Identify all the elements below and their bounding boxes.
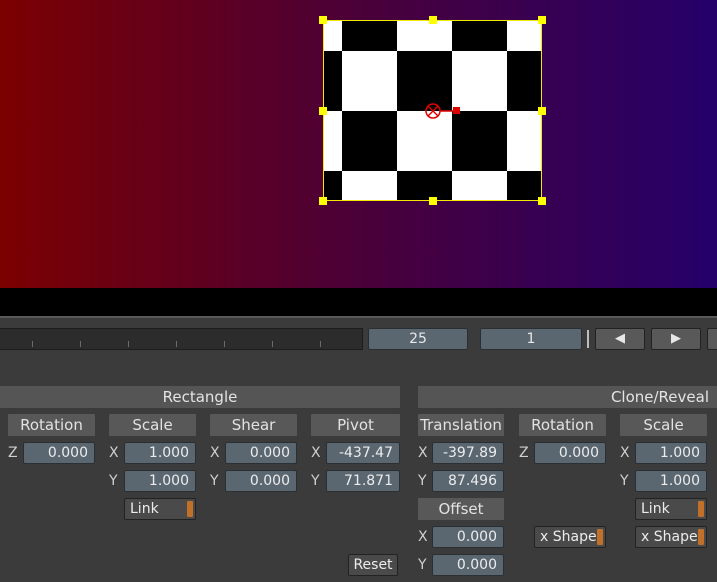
clone-offset-label: Offset <box>418 498 504 520</box>
clone-scale-link-toggle[interactable]: Link <box>635 498 707 520</box>
rectangle-rotation-label: Rotation <box>8 414 95 436</box>
handle-bottom-right[interactable] <box>538 197 546 205</box>
rectangle-scale-y-axis: Y <box>109 473 118 489</box>
rectangle-scale-y-field[interactable]: 1.000 <box>124 470 196 492</box>
viewer-canvas[interactable] <box>0 0 717 288</box>
rectangle-header: Rectangle <box>0 386 400 408</box>
handle-top-middle[interactable] <box>429 16 437 24</box>
handle-middle-right[interactable] <box>538 107 546 115</box>
rectangle-pivot-x-axis: X <box>311 445 321 461</box>
clone-offset-y-field[interactable]: 0.000 <box>432 554 504 576</box>
clone-scale-shape-label: x Shape <box>641 529 698 545</box>
rectangle-pivot-x-field[interactable]: -437.47 <box>326 442 400 464</box>
current-frame-field[interactable]: 25 <box>368 328 468 350</box>
toggle-indicator <box>698 501 704 517</box>
clone-rotation-shape-toggle[interactable]: x Shape <box>534 526 606 548</box>
end-frame-button[interactable] <box>707 328 717 350</box>
rectangle-shear-y-field[interactable]: 0.000 <box>225 470 297 492</box>
clone-scale-link-label: Link <box>641 501 670 517</box>
clone-scale-label: Scale <box>620 414 707 436</box>
rectangle-pivot-label: Pivot <box>311 414 400 436</box>
clone-translation-y-field[interactable]: 87.496 <box>432 470 504 492</box>
clone-translation-y-axis: Y <box>418 473 427 489</box>
toggle-indicator <box>597 529 603 545</box>
rectangle-scale-link-label: Link <box>130 501 159 517</box>
handle-top-left[interactable] <box>319 16 327 24</box>
reset-button[interactable]: Reset <box>348 554 398 576</box>
clone-rotation-z-field[interactable]: 0.000 <box>534 442 606 464</box>
clone-translation-label: Translation <box>418 414 504 436</box>
clone-offset-x-field[interactable]: 0.000 <box>432 526 504 548</box>
rectangle-rotation-z-axis: Z <box>8 445 18 461</box>
rectangle-scale-x-axis: X <box>109 445 119 461</box>
clone-scale-y-field[interactable]: 1.000 <box>635 470 707 492</box>
next-frame-button[interactable]: ▶ <box>651 328 701 350</box>
prev-arrow-icon: ◀ <box>615 331 625 346</box>
rectangle-shear-x-field[interactable]: 0.000 <box>225 442 297 464</box>
viewer-bottom-border <box>0 288 717 316</box>
pivot-marker-icon[interactable] <box>422 100 464 122</box>
clone-scale-x-field[interactable]: 1.000 <box>635 442 707 464</box>
rectangle-shear-label: Shear <box>210 414 297 436</box>
clone-rotation-shape-label: x Shape <box>540 529 597 545</box>
handle-middle-left[interactable] <box>319 107 327 115</box>
rectangle-pivot-y-axis: Y <box>311 473 320 489</box>
timeline-scrubber[interactable] <box>0 328 363 350</box>
clone-scale-shape-toggle[interactable]: x Shape <box>635 526 707 548</box>
frame-step-field[interactable]: 1 <box>480 328 582 350</box>
rectangle-shear-y-axis: Y <box>210 473 219 489</box>
rectangle-shear-x-axis: X <box>210 445 220 461</box>
clone-scale-x-axis: X <box>620 445 630 461</box>
clone-offset-y-axis: Y <box>418 557 427 573</box>
toggle-indicator <box>698 529 704 545</box>
clone-translation-x-axis: X <box>418 445 428 461</box>
clone-offset-x-axis: X <box>418 529 428 545</box>
clone-scale-y-axis: Y <box>620 473 629 489</box>
next-arrow-icon: ▶ <box>671 331 681 346</box>
handle-bottom-middle[interactable] <box>429 197 437 205</box>
prev-frame-button[interactable]: ◀ <box>595 328 645 350</box>
timeline-separator <box>587 330 589 348</box>
rectangle-scale-x-field[interactable]: 1.000 <box>124 442 196 464</box>
timeline-bar: 25 1 ◀ ▶ <box>0 316 717 358</box>
handle-top-right[interactable] <box>538 16 546 24</box>
rectangle-scale-link-toggle[interactable]: Link <box>124 498 196 520</box>
rectangle-scale-label: Scale <box>109 414 196 436</box>
clone-translation-x-field[interactable]: -397.89 <box>432 442 504 464</box>
toggle-indicator <box>187 501 193 517</box>
handle-bottom-left[interactable] <box>319 197 327 205</box>
clone-rotation-label: Rotation <box>519 414 606 436</box>
rectangle-pivot-y-field[interactable]: 71.871 <box>326 470 400 492</box>
rectangle-rotation-z-field[interactable]: 0.000 <box>23 442 95 464</box>
clone-rotation-z-axis: Z <box>519 445 529 461</box>
clone-reveal-header: Clone/Reveal <box>418 386 717 408</box>
